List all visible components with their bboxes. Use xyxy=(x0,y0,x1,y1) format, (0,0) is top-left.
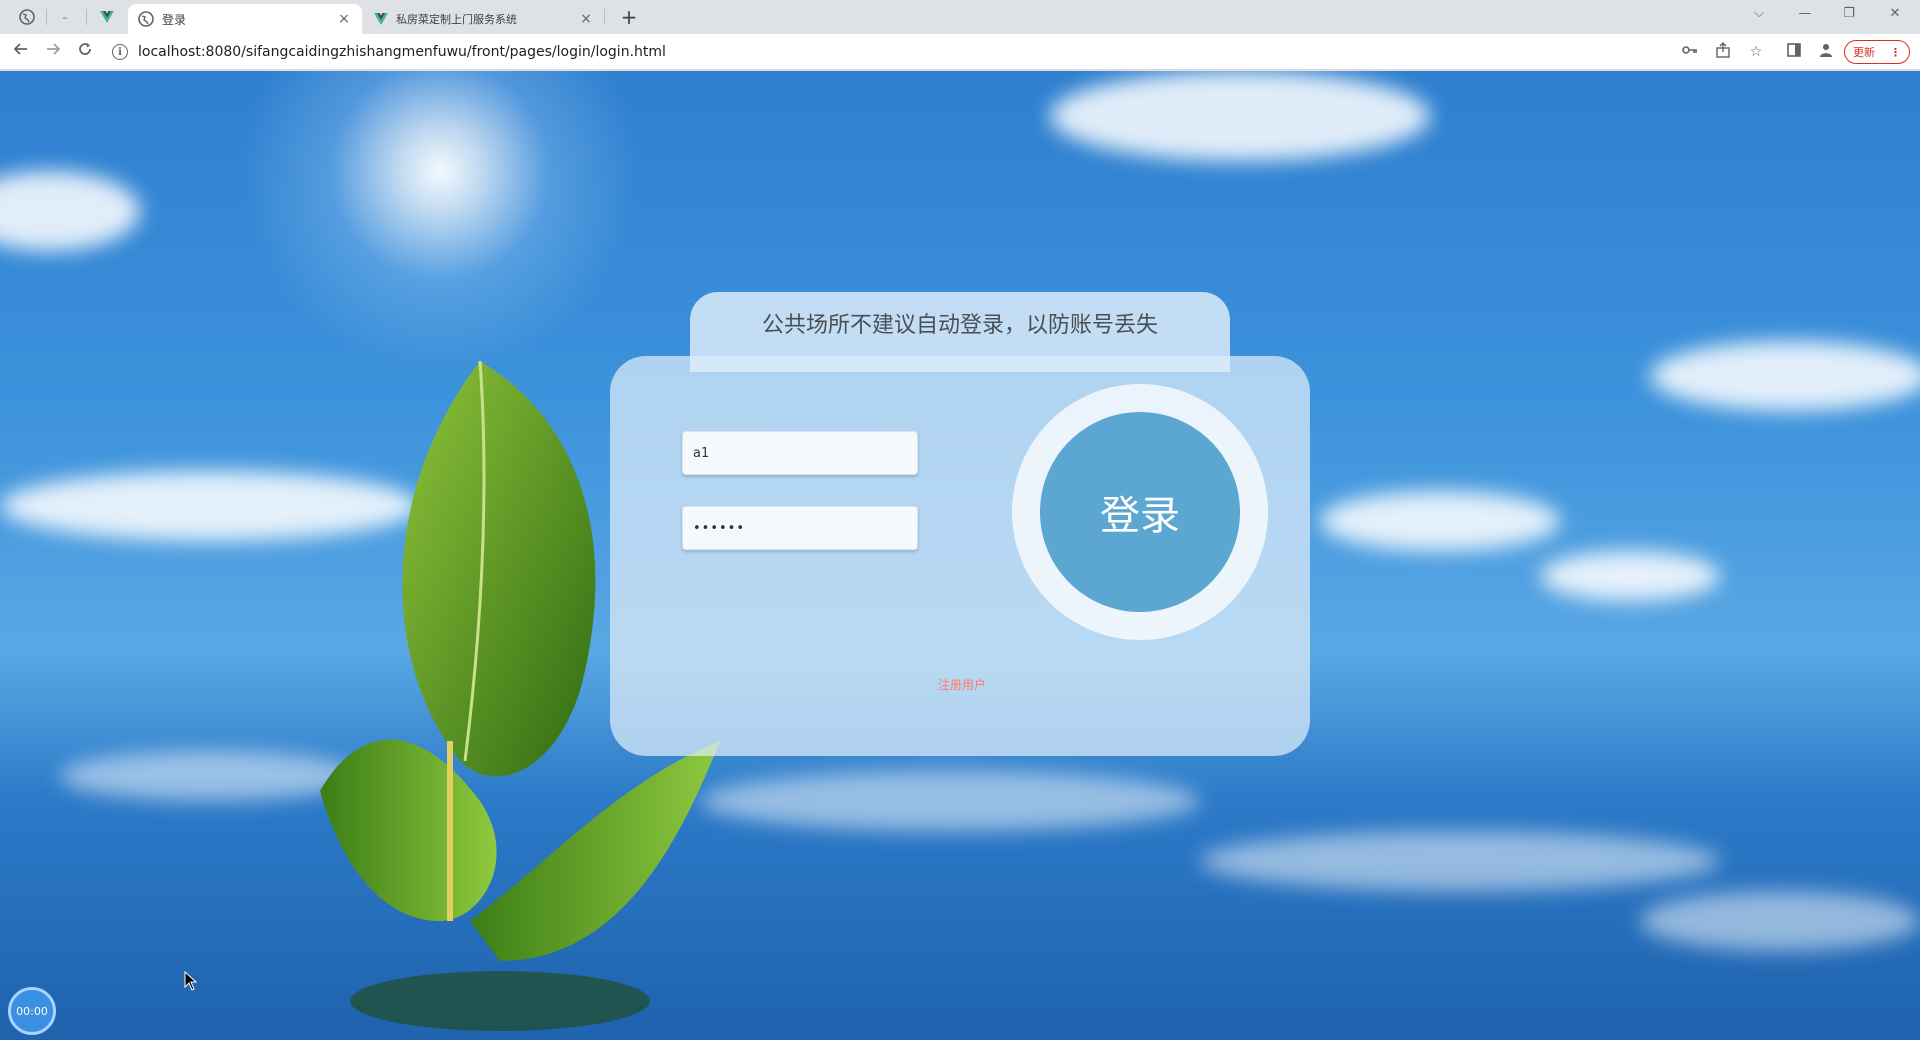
bookmark-star-icon[interactable]: ☆ xyxy=(1746,42,1766,62)
username-input[interactable] xyxy=(682,431,918,475)
share-icon[interactable] xyxy=(1713,42,1733,62)
tab-system-home[interactable]: 私房菜定制上门服务系统 × xyxy=(364,4,604,34)
tab-separator xyxy=(46,9,47,25)
reload-icon xyxy=(79,43,91,55)
vue-logo-icon xyxy=(374,13,388,25)
tab-label: 私房菜定制上门服务系统 xyxy=(396,13,517,26)
cloud xyxy=(60,751,360,801)
cloud xyxy=(1650,341,1920,411)
close-icon[interactable]: × xyxy=(336,11,352,27)
window-close-button[interactable]: ✕ xyxy=(1882,6,1908,21)
cloud xyxy=(1640,891,1920,951)
tab-search-icon[interactable]: ⌵ xyxy=(1746,6,1772,21)
browser-toolbar: i localhost:8080/sifangcaidingzhishangme… xyxy=(0,34,1920,70)
tab-label: 登录 xyxy=(162,12,187,27)
reload-button[interactable] xyxy=(74,41,96,63)
key-icon[interactable] xyxy=(1680,42,1700,62)
close-icon[interactable]: × xyxy=(578,11,594,27)
profile-icon[interactable] xyxy=(1816,42,1836,62)
login-button[interactable]: 登录 xyxy=(1040,412,1240,612)
tab-pinned-blank[interactable]: – xyxy=(52,4,78,30)
tab-pinned-globe[interactable] xyxy=(14,4,40,30)
globe-icon xyxy=(19,9,35,25)
timer-label: 00:00 xyxy=(16,1004,48,1018)
tab-login[interactable]: 登录 × xyxy=(128,4,362,34)
login-button-ring: 登录 xyxy=(1012,384,1268,640)
cloud xyxy=(1200,831,1720,891)
restore-button[interactable]: ❐ xyxy=(1836,6,1862,21)
cloud xyxy=(1540,551,1720,601)
cloud xyxy=(1320,491,1560,551)
notice-text: 公共场所不建议自动登录，以防账号丢失 xyxy=(761,313,1158,338)
cloud xyxy=(0,171,140,251)
cloud xyxy=(1050,71,1430,161)
info-icon[interactable]: i xyxy=(112,44,128,60)
tab-separator xyxy=(604,9,605,25)
dash-icon: – xyxy=(62,10,68,24)
update-label: 更新 xyxy=(1853,46,1875,59)
forward-button[interactable] xyxy=(42,41,64,63)
update-button[interactable]: 更新 ⋮ xyxy=(1844,40,1910,64)
side-panel-icon[interactable] xyxy=(1784,42,1804,62)
back-button[interactable] xyxy=(10,41,32,63)
register-link[interactable]: 注册用户 xyxy=(938,676,986,693)
cloud xyxy=(700,771,1200,831)
timer-badge[interactable]: 00:00 xyxy=(8,987,56,1035)
password-input[interactable] xyxy=(682,506,918,550)
more-vertical-icon: ⋮ xyxy=(1890,45,1901,59)
arrow-right-icon xyxy=(47,43,61,55)
vue-logo-icon xyxy=(100,11,114,23)
login-card: 登录 注册用户 xyxy=(610,356,1310,756)
tab-separator xyxy=(86,9,87,25)
new-tab-button[interactable]: + xyxy=(616,5,642,29)
minimize-button[interactable]: — xyxy=(1792,6,1818,21)
arrow-left-icon xyxy=(13,43,27,55)
globe-icon xyxy=(138,11,154,27)
address-url[interactable]: localhost:8080/sifangcaidingzhishangmenf… xyxy=(138,44,666,60)
tab-pinned-vue[interactable] xyxy=(94,4,120,30)
tab-strip: – 登录 × 私房菜定制上门服务系统 × + ⌵ — ❐ ✕ xyxy=(0,0,1920,34)
address-bar[interactable]: i localhost:8080/sifangcaidingzhishangme… xyxy=(112,38,1672,66)
mouse-cursor-icon xyxy=(184,971,198,991)
login-page: 公共场所不建议自动登录，以防账号丢失 登录 注册用户 00:00 xyxy=(0,71,1920,1040)
